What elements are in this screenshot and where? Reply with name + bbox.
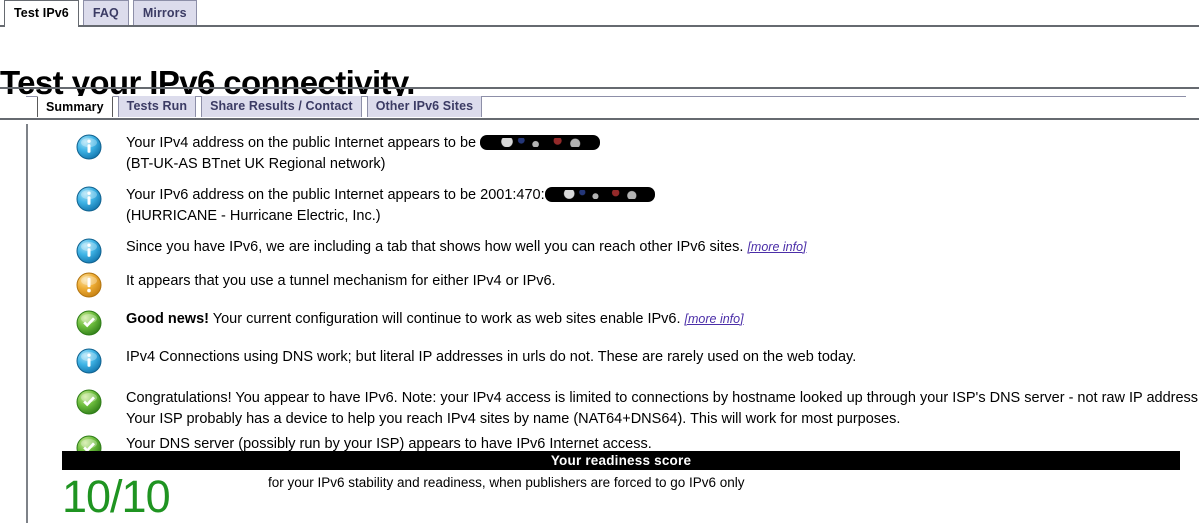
panel-tabbar: Summary Tests Run Share Results / Contact O… [26,96,1186,119]
more-info-link[interactable]: [more info] [747,240,806,254]
ipv4-line1-prefix: Your IPv4 address on the public Internet… [126,135,481,151]
readiness-score-caption: for your IPv6 stability and readiness, w… [268,475,745,490]
info-icon [76,348,102,374]
results-list: Your IPv4 address on the public Internet… [70,133,1199,468]
ipv6-line2: (HURRICANE - Hurricane Electric, Inc.) [126,208,381,224]
readiness-score-value: 10/10 [62,471,171,522]
success-icon [76,310,102,336]
tab-tests-run[interactable]: Tests Run [117,96,197,117]
site-tab-test-ipv6[interactable]: Test IPv6 [4,0,79,27]
ipv4-address-redacted [480,135,601,150]
good-news-strong: Good news! [126,311,209,327]
congratulations-text: Congratulations! You appear to have IPv6… [126,390,1199,427]
ipv6-line1-prefix: Your IPv6 address on the public Internet… [126,187,545,203]
site-tabbar: Test IPv6 FAQ Mirrors [0,0,1199,27]
info-icon [76,134,102,160]
tab-share-results-contact[interactable]: Share Results / Contact [201,96,362,117]
readiness-score-bar: Your readiness score [62,451,1180,470]
success-icon [76,389,102,415]
tab-summary[interactable]: Summary [37,96,113,117]
result-row-congratulations: Congratulations! You appear to have IPv6… [70,388,1199,430]
warning-icon [76,272,102,298]
tunnel-text: It appears that you use a tunnel mechani… [126,273,556,289]
info-icon [76,238,102,264]
site-tab-mirrors[interactable]: Mirrors [132,0,197,25]
tab-other-ipv6-sites[interactable]: Other IPv6 Sites [366,96,483,117]
other-sites-note-text: Since you have IPv6, we are including a … [126,239,748,255]
result-row-good-news: Good news! Your current configuration wi… [70,309,1190,336]
panel-divider [0,118,1199,120]
result-row-tunnel: It appears that you use a tunnel mechani… [70,271,1190,298]
result-row-other-sites-note: Since you have IPv6, we are including a … [70,237,1190,264]
more-info-link[interactable]: [more info] [685,312,744,326]
result-row-ipv4: Your IPv4 address on the public Internet… [70,133,1190,175]
result-row-dns-literal: IPv4 Connections using DNS work; but lit… [70,347,1190,374]
heading-divider [0,87,1199,89]
dns-server-text: Your DNS server (possibly run by your IS… [126,436,652,452]
good-news-text: Your current configuration will continue… [208,311,685,327]
dns-literal-text: IPv4 Connections using DNS work; but lit… [126,349,857,365]
info-icon [76,186,102,212]
ipv6-address-redacted [544,187,655,202]
ipv4-line2: (BT-UK-AS BTnet UK Regional network) [126,156,386,172]
site-tab-faq[interactable]: FAQ [82,0,129,25]
result-row-ipv6: Your IPv6 address on the public Internet… [70,185,1190,227]
